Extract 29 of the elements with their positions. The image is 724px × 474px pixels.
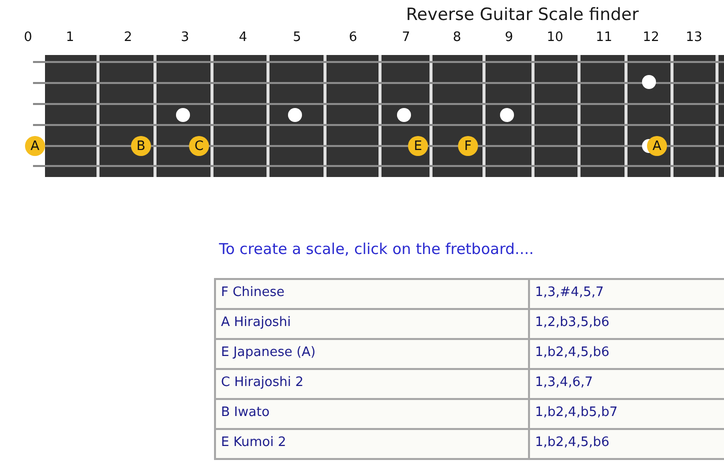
fret-number: 11 bbox=[596, 30, 612, 45]
fret-number: 5 bbox=[292, 30, 302, 45]
fret-number: 10 bbox=[546, 30, 564, 45]
fret-number: 2 bbox=[124, 30, 132, 45]
scale-formula-cell: 1,b2,4,5,b6 bbox=[530, 430, 724, 460]
note-marker[interactable]: A bbox=[25, 136, 45, 156]
fret-number: 8 bbox=[452, 30, 462, 45]
fret-number: 12 bbox=[642, 30, 660, 45]
fret-number: 1 bbox=[66, 30, 74, 45]
page-title: Reverse Guitar Scale finder bbox=[405, 4, 640, 27]
scale-name-cell: F Chinese bbox=[216, 280, 530, 310]
scale-name-cell: A Hirajoshi bbox=[216, 310, 530, 340]
scale-formula-cell: 1,b2,4,5,b6 bbox=[530, 340, 724, 370]
scale-formula-cell: 1,3,#4,5,7 bbox=[530, 280, 724, 310]
fret-number: 4 bbox=[238, 30, 248, 45]
fret-number: 0 bbox=[24, 30, 32, 45]
fret-number: 6 bbox=[348, 30, 358, 45]
scale-formula-cell: 1,b2,4,b5,b7 bbox=[530, 400, 724, 430]
scale-formula-cell: 1,2,b3,5,b6 bbox=[530, 310, 724, 340]
scale-name-cell: E Japanese (A) bbox=[216, 340, 530, 370]
fret-number: 7 bbox=[402, 30, 410, 45]
fret-number: 3 bbox=[180, 30, 190, 45]
scale-formula-cell: 1,3,4,6,7 bbox=[530, 370, 724, 400]
instruction-text: To create a scale, click on the fretboard.... bbox=[219, 240, 535, 260]
scale-name-cell: C Hirajoshi 2 bbox=[216, 370, 530, 400]
fret-number: 13 bbox=[686, 30, 702, 45]
fret-number: 9 bbox=[504, 30, 514, 45]
scale-name-cell: B Iwato bbox=[216, 400, 530, 430]
scale-name-cell: E Kumoi 2 bbox=[216, 430, 530, 460]
